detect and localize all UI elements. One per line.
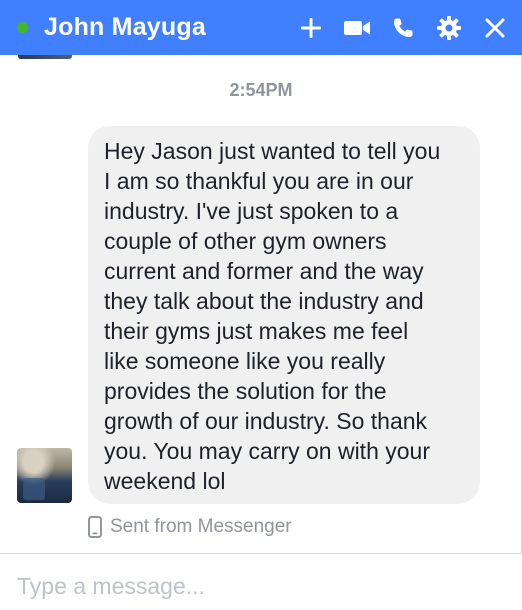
message-timestamp: 2:54PM — [229, 80, 293, 100]
message-composer — [0, 553, 522, 610]
video-call-button[interactable] — [342, 13, 372, 43]
previous-avatar-fragment — [18, 55, 72, 59]
header-toolbar — [280, 0, 510, 55]
message-line: couple of other gym owners — [104, 228, 387, 254]
message-line: I am so thankful you are in our — [104, 168, 414, 194]
message-line: weekend lol — [104, 468, 226, 494]
plus-icon — [301, 17, 321, 38]
online-status-dot — [17, 22, 28, 33]
contact-name[interactable]: John Mayuga — [44, 13, 206, 42]
sent-from-text: Sent from Messenger — [110, 516, 292, 537]
mobile-phone-icon — [88, 516, 102, 538]
phone-icon — [394, 18, 413, 37]
chat-window: John Mayuga 2:54PM Hey Jason just wanted… — [0, 0, 522, 610]
close-icon — [485, 18, 505, 37]
chat-header[interactable]: John Mayuga — [0, 0, 522, 55]
message-line: industry. I've just spoken to a — [104, 198, 399, 224]
message-line: Hey Jason just wanted to tell you — [104, 138, 441, 164]
message-input[interactable] — [17, 570, 497, 602]
message-line: their gyms just makes me feel — [104, 318, 409, 344]
gear-icon — [437, 15, 461, 40]
message-line: current and former and the way — [104, 258, 424, 284]
message-line: provides the solution for the — [104, 378, 387, 404]
video-icon — [344, 20, 370, 35]
add-people-button[interactable] — [296, 13, 326, 43]
sender-avatar[interactable] — [17, 448, 72, 503]
message-line: they talk about the industry and — [104, 288, 424, 314]
message-bubble[interactable]: Hey Jason just wanted to tell you I am s… — [88, 126, 480, 504]
close-button[interactable] — [480, 13, 510, 43]
voice-call-button[interactable] — [388, 13, 418, 43]
sent-from-label: Sent from Messenger — [88, 514, 292, 540]
message-line: you. You may carry on with your — [104, 438, 430, 464]
message-line: growth of our industry. So thank — [104, 408, 428, 434]
settings-button[interactable] — [434, 13, 464, 43]
message-line: like someone like you really — [104, 348, 386, 374]
